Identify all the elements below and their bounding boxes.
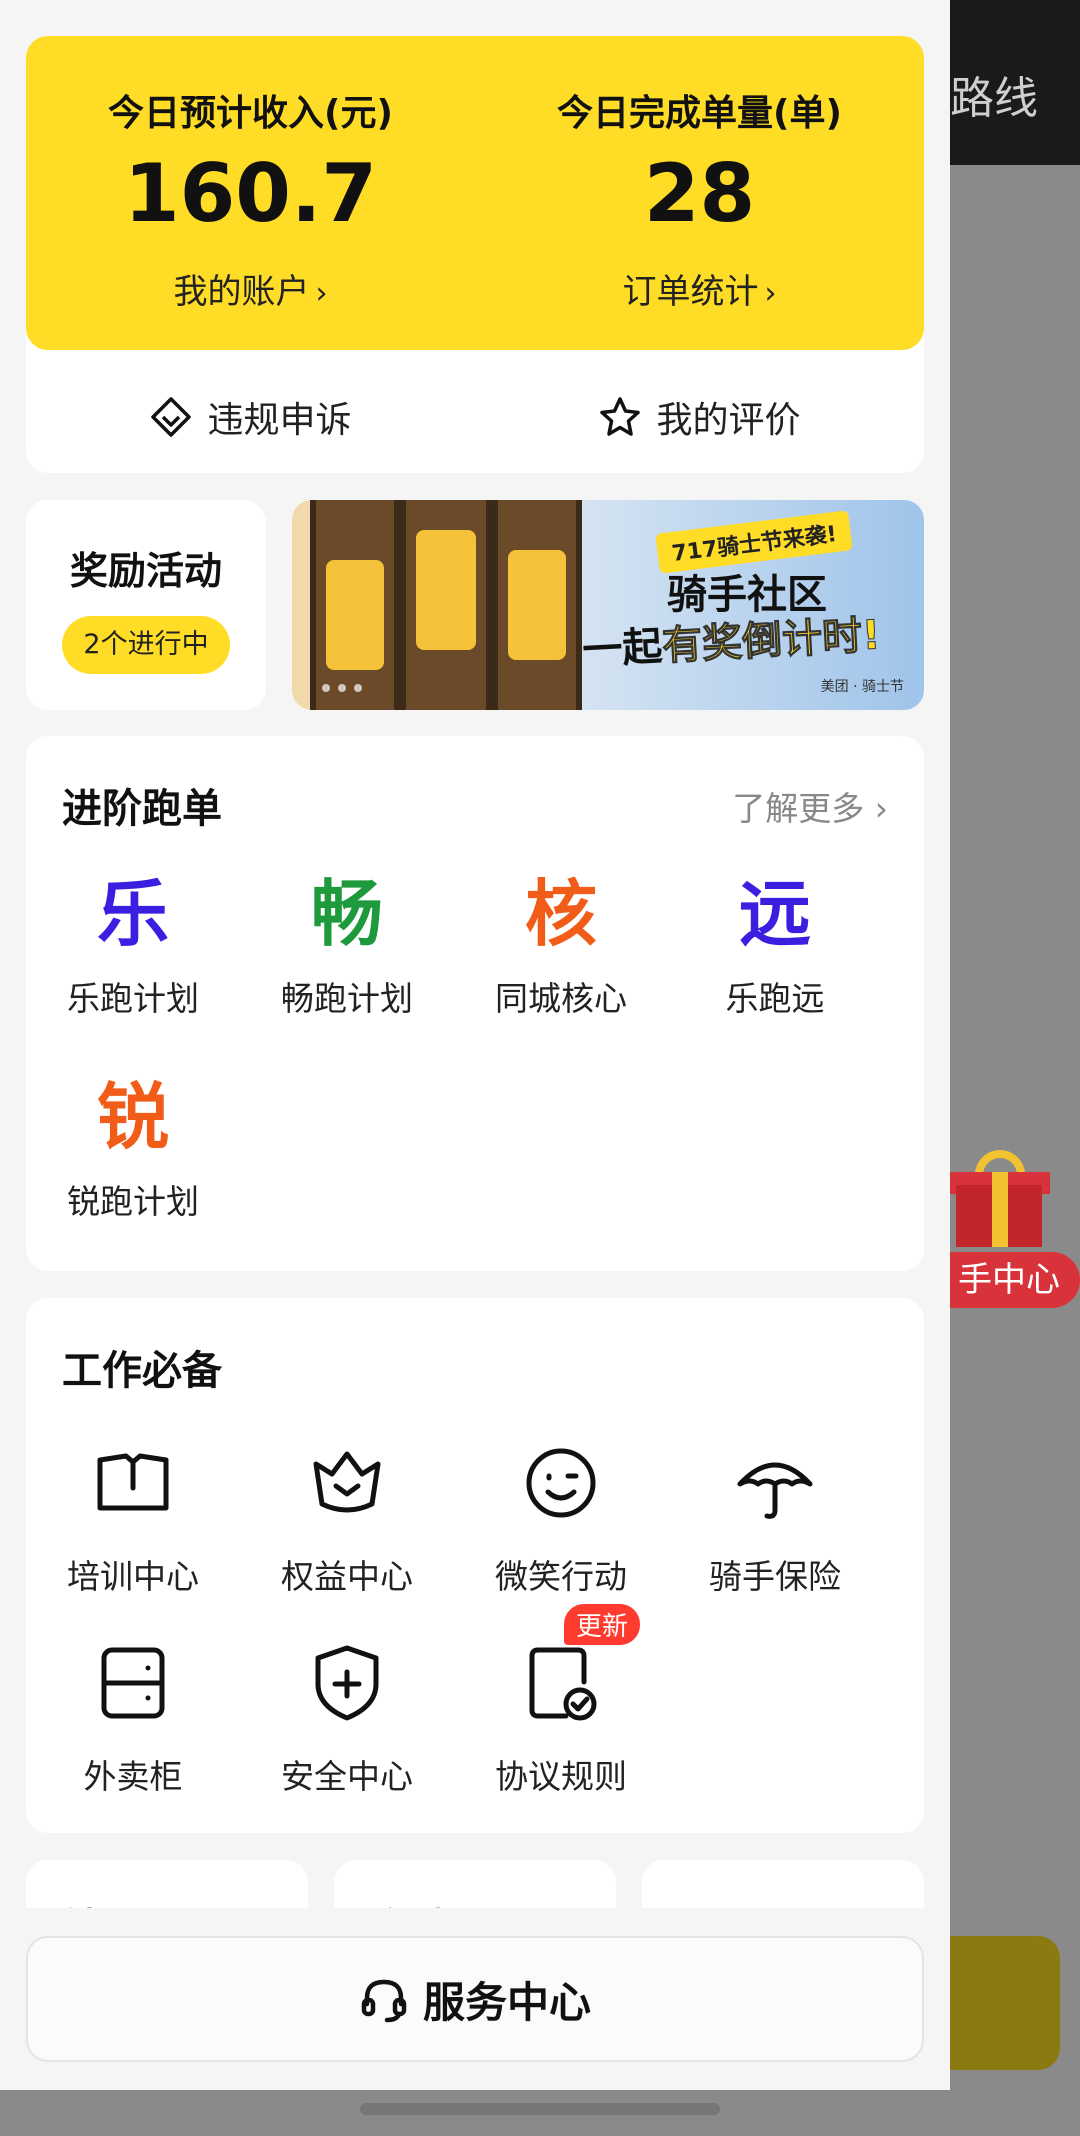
item-label: 微笑行动 xyxy=(495,1557,627,1596)
reward-title: 奖励活动 xyxy=(69,549,222,593)
item-label: 权益中心 xyxy=(281,1557,413,1596)
agreement-icon: 更新 xyxy=(516,1604,641,1728)
work-essentials-title: 工作必备 xyxy=(62,1348,222,1394)
plan-item-changpao[interactable]: 畅 畅跑计划 xyxy=(240,878,454,1020)
food-locker-item[interactable]: 外卖柜 xyxy=(26,1638,240,1798)
banner-photo xyxy=(310,500,400,710)
banner-pager-dots xyxy=(322,684,362,692)
agreement-rules-item[interactable]: 更新 协议规则 xyxy=(454,1604,668,1798)
violation-appeal-label: 违规申诉 xyxy=(207,400,352,441)
home-indicator[interactable] xyxy=(360,2103,720,2115)
banner-logos: 美团 · 骑士节 xyxy=(820,679,904,695)
plan-item-tongcheng-core[interactable]: 核 同城核心 xyxy=(454,878,668,1020)
book-icon xyxy=(88,1438,178,1528)
locker-icon xyxy=(88,1638,178,1728)
learn-more-link[interactable]: 了解更多 › xyxy=(732,782,888,830)
core-glyph-icon: 核 xyxy=(524,872,597,956)
plan-label: 锐跑计划 xyxy=(67,1182,199,1221)
orders-value: 28 xyxy=(643,147,756,240)
service-center-button[interactable]: 服务中心 xyxy=(26,1936,924,2062)
reward-activity-card[interactable]: 奖励活动 2个进行中 xyxy=(26,500,266,710)
ruipao-glyph-icon: 锐 xyxy=(96,1075,169,1159)
plan-label: 同城核心 xyxy=(495,979,627,1018)
income-label: 今日预计收入(元) xyxy=(108,93,393,134)
quick-links-row: 违规申诉 我的评价 xyxy=(26,391,924,451)
plan-label: 乐跑远 xyxy=(725,979,825,1018)
advanced-runs-title: 进阶跑单 xyxy=(62,786,222,832)
banner-photo xyxy=(400,500,492,710)
plan-label: 畅跑计划 xyxy=(281,979,413,1018)
reward-badge: 2个进行中 xyxy=(62,616,230,674)
income-card: 今日预计收入(元) 160.7 我的账户 › 今日完成单量(单) 28 订单统计 ›… xyxy=(26,36,924,473)
item-label: 协议规则 xyxy=(495,1757,627,1796)
star-icon xyxy=(600,397,641,436)
plan-item-ruipao[interactable]: 锐 锐跑计划 xyxy=(26,1081,240,1223)
yuan-glyph-icon: 远 xyxy=(738,872,811,956)
crown-icon xyxy=(302,1438,392,1528)
promo-banner[interactable]: 717骑士节来袭! 骑手社区 一起有奖倒计时! 美团 · 骑士节 xyxy=(292,500,924,710)
changpao-glyph-icon: 畅 xyxy=(310,872,383,956)
order-stats-label: 订单统计 xyxy=(622,272,759,312)
side-drawer: 今日预计收入(元) 160.7 我的账户 › 今日完成单量(单) 28 订单统计 ›… xyxy=(0,0,950,2090)
income-value: 160.7 xyxy=(123,147,378,240)
item-label: 安全中心 xyxy=(281,1757,413,1796)
service-center-label: 服务中心 xyxy=(422,1977,591,2027)
income-stat: 今日预计收入(元) 160.7 我的账户 › xyxy=(26,84,475,313)
rider-center-pill[interactable]: 手中心 xyxy=(930,1252,1080,1308)
advanced-runs-card: 进阶跑单 了解更多 › 乐 乐跑计划 畅 畅跑计划 核 同城核心 远 乐跑远 锐… xyxy=(26,736,924,1271)
my-account-link[interactable]: 我的账户 › xyxy=(26,264,475,313)
benefits-center-item[interactable]: 权益中心 xyxy=(240,1438,454,1598)
safety-center-item[interactable]: 安全中心 xyxy=(240,1638,454,1798)
chevron-right-icon: › xyxy=(874,789,888,828)
chevron-right-icon: › xyxy=(764,276,777,311)
violation-appeal-button[interactable]: 违规申诉 xyxy=(26,391,475,443)
banner-photo xyxy=(492,500,582,710)
my-rating-button[interactable]: 我的评价 xyxy=(475,391,924,443)
plan-item-lepao[interactable]: 乐 乐跑计划 xyxy=(26,878,240,1020)
learn-more-label: 了解更多 xyxy=(732,789,865,828)
headset-icon xyxy=(361,1979,407,2023)
orders-label: 今日完成单量(单) xyxy=(557,93,842,134)
appeal-icon xyxy=(151,397,192,437)
chevron-right-icon: › xyxy=(315,276,328,311)
smile-action-item[interactable]: 微笑行动 xyxy=(454,1438,668,1598)
banner-subheadline-prefix: 一起 xyxy=(581,623,664,674)
update-badge: 更新 xyxy=(564,1604,641,1645)
plan-item-lepao-yuan[interactable]: 远 乐跑远 xyxy=(668,878,882,1020)
orders-stat: 今日完成单量(单) 28 订单统计 › xyxy=(475,84,924,313)
banner-subheadline: 一起有奖倒计时! xyxy=(581,602,882,676)
work-essentials-card: 工作必备 培训中心 权益中心 微笑行动 骑手保险 外卖柜 安全中心 更新 协议规… xyxy=(26,1298,924,1833)
my-account-label: 我的账户 xyxy=(173,272,310,312)
gift-icon xyxy=(950,1150,1050,1250)
item-label: 骑手保险 xyxy=(709,1557,841,1596)
item-label: 培训中心 xyxy=(67,1557,199,1596)
umbrella-icon xyxy=(730,1438,820,1528)
shield-icon xyxy=(302,1638,392,1728)
lepao-glyph-icon: 乐 xyxy=(96,872,169,956)
item-label: 外卖柜 xyxy=(83,1757,183,1796)
training-center-item[interactable]: 培训中心 xyxy=(26,1438,240,1598)
my-rating-label: 我的评价 xyxy=(656,400,801,441)
rider-insurance-item[interactable]: 骑手保险 xyxy=(668,1438,882,1598)
plan-label: 乐跑计划 xyxy=(67,979,199,1018)
route-label: 路线 xyxy=(950,73,1038,124)
banner-subheadline-highlight: 有奖倒计时! xyxy=(661,612,882,670)
income-summary: 今日预计收入(元) 160.7 我的账户 › 今日完成单量(单) 28 订单统计 › xyxy=(26,36,924,350)
smile-icon xyxy=(516,1438,606,1528)
order-stats-link[interactable]: 订单统计 › xyxy=(475,264,924,313)
